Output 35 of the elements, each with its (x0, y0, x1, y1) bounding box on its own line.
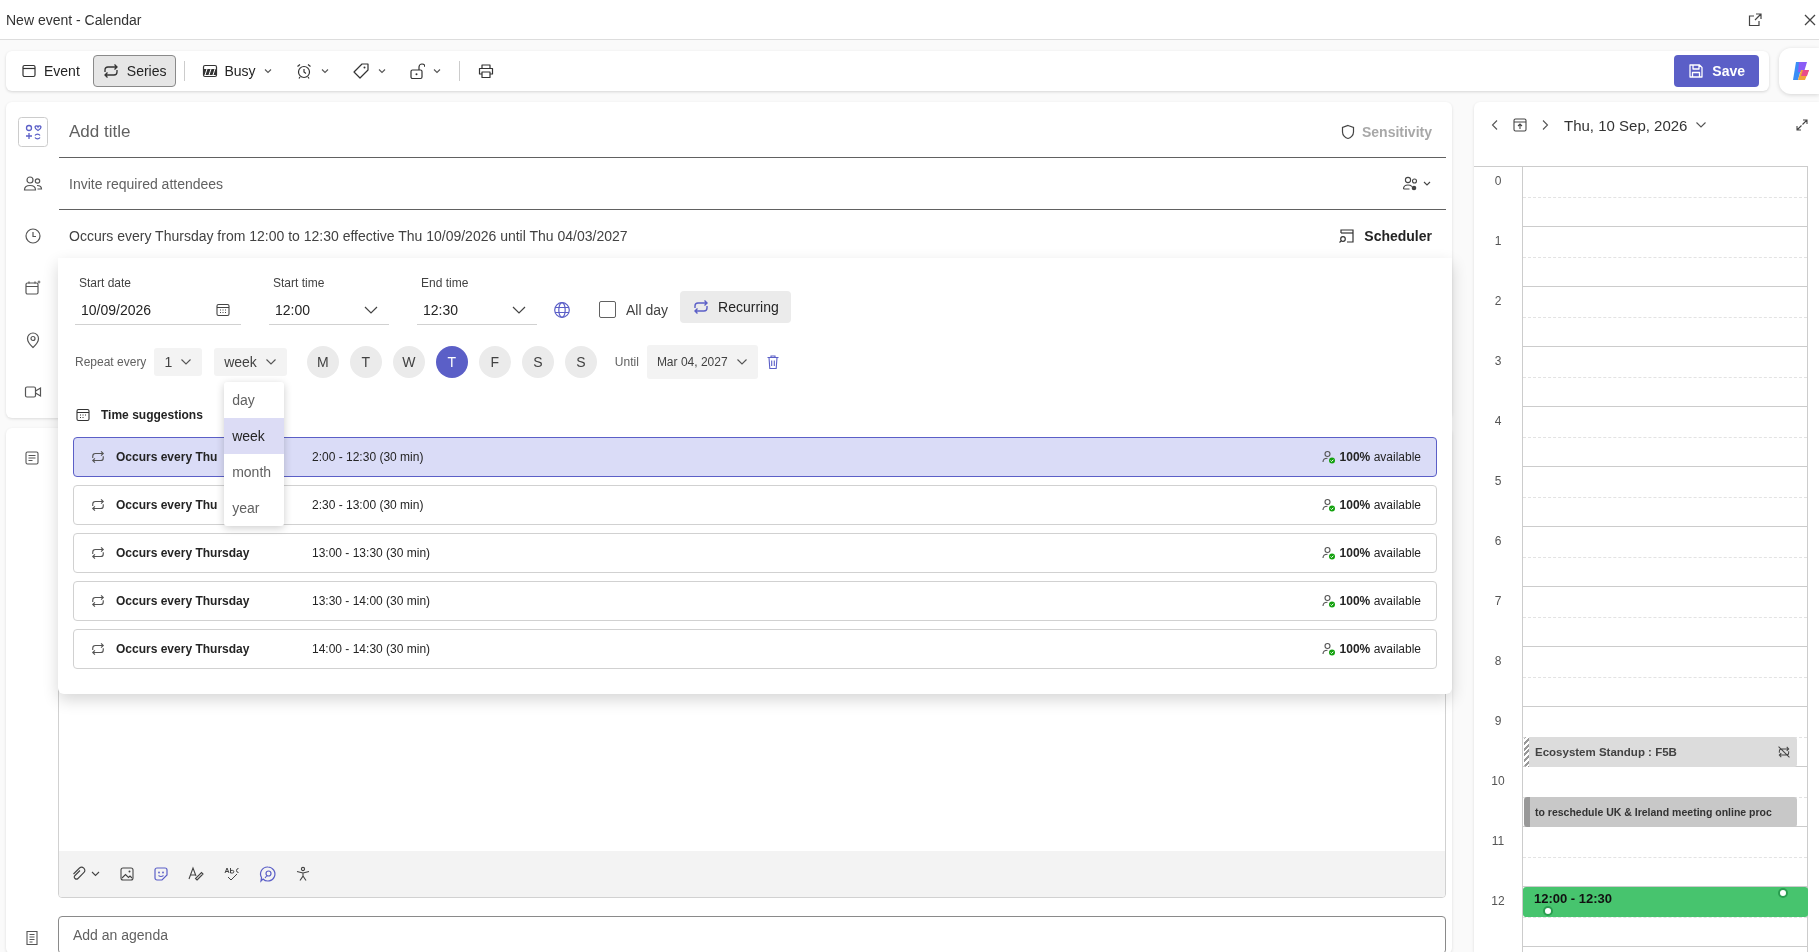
suggestion-pattern: Occurs every Thu (116, 450, 218, 464)
repeat-every-label: Repeat every (75, 355, 147, 369)
hour-label: 3 (1474, 347, 1523, 407)
availability-text: 100% available (1339, 450, 1421, 464)
hour-label: 10 (1474, 767, 1523, 827)
suggestion-pattern: Occurs every Thursday (116, 594, 250, 608)
start-time-label: Start time (272, 276, 326, 290)
hour-label: 4 (1474, 407, 1523, 467)
suggestion-time: 2:30 - 13:00 (30 min) (312, 498, 424, 512)
availability-text: 100% available (1339, 594, 1421, 608)
suggestion-time: 14:00 - 14:30 (30 min) (312, 642, 431, 656)
suggestion-pattern: Occurs every Thursday (116, 642, 250, 656)
start-date-label: Start date (78, 276, 133, 290)
hour-label: 8 (1474, 647, 1523, 707)
availability-text: 100% available (1339, 498, 1421, 512)
suggestion-time: 13:00 - 13:30 (30 min) (312, 546, 431, 560)
hour-label: 9 (1474, 707, 1523, 767)
suggestion-time: 2:00 - 12:30 (30 min) (312, 450, 424, 464)
availability-text: 100% available (1339, 546, 1421, 560)
until-label: Until (614, 355, 639, 369)
end-time-label: End time (420, 276, 470, 290)
hour-label: 7 (1474, 587, 1523, 647)
time-suggestions-heading: Time suggestions (101, 408, 203, 422)
availability-text: 100% available (1339, 642, 1421, 656)
hour-label: 0 (1474, 167, 1523, 227)
window-title: New event - Calendar (6, 11, 142, 28)
hour-label: 11 (1474, 827, 1523, 887)
suggestion-time: 13:30 - 14:00 (30 min) (312, 594, 431, 608)
hour-label: 5 (1474, 467, 1523, 527)
all-day-label: All day (626, 301, 669, 318)
suggestion-pattern: Occurs every Thu (116, 498, 218, 512)
suggestion-pattern: Occurs every Thursday (116, 546, 250, 560)
hour-label: 1 (1474, 227, 1523, 287)
hour-label: 2 (1474, 287, 1523, 347)
hour-label: 6 (1474, 527, 1523, 587)
